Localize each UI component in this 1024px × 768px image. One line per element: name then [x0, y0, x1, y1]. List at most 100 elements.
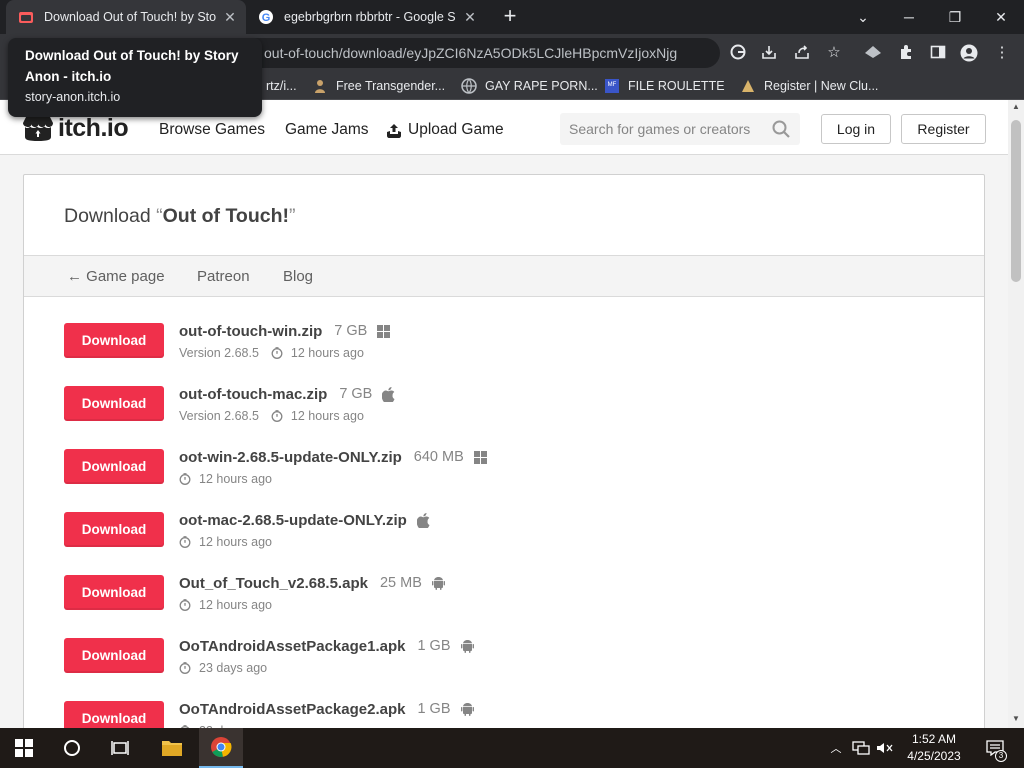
close-window-button[interactable]: ✕ [978, 0, 1024, 34]
profile-avatar-icon[interactable] [958, 44, 980, 62]
upload-info: out-of-touch-mac.zip 7 GB Version 2.68.5 12… [179, 384, 395, 425]
task-view-button[interactable] [100, 728, 140, 768]
download-button[interactable]: Download [64, 638, 164, 673]
bookmark-label: FILE ROULETTE [628, 79, 725, 93]
upload-row: Download out-of-touch-win.zip 7 GB Version … [64, 323, 964, 363]
page-scrollbar[interactable]: ▲ ▼ [1008, 100, 1024, 728]
search-icon[interactable] [772, 120, 790, 143]
extensions-puzzle-icon[interactable] [895, 44, 917, 62]
upload-filename: Out_of_Touch_v2.68.5.apk [179, 574, 368, 592]
upload-date-text: 12 hours ago [199, 472, 272, 486]
game-title: Out of Touch! [162, 205, 289, 227]
address-bar[interactable]: out-of-touch/download/eyJpZCI6NzA5ODk5LC… [240, 38, 720, 68]
volume-muted-icon[interactable] [874, 728, 896, 768]
upload-date: 12 hours ago [179, 472, 272, 486]
taskbar-chrome[interactable] [199, 728, 243, 768]
upload-date-text: 12 hours ago [290, 346, 364, 360]
itch-logo-icon [23, 116, 53, 141]
tab-game-page[interactable]: ← Game page [67, 268, 165, 285]
tab-close-icon[interactable]: ✕ [462, 9, 478, 25]
upload-date: 12 hours ago [271, 409, 364, 423]
share-icon[interactable] [791, 44, 813, 62]
tooltip-title: Download Out of Touch! by Story Anon - i… [25, 48, 239, 84]
nav-browse-games[interactable]: Browse Games [159, 121, 265, 139]
notification-count-badge: 3 [995, 750, 1007, 762]
upload-info: out-of-touch-win.zip 7 GB Version 2.68.5 12… [179, 321, 391, 362]
upload-version: Version 2.68.5 [179, 409, 259, 423]
bookmark-item[interactable]: Free Transgender... [312, 77, 445, 95]
start-button[interactable] [4, 728, 44, 768]
itch-logo[interactable]: itch.io [22, 114, 129, 143]
side-panel-icon[interactable] [927, 44, 949, 62]
download-button[interactable]: Download [64, 323, 164, 358]
upload-size: 1 GB [417, 638, 451, 654]
android-icon [460, 639, 474, 653]
bookmark-item[interactable]: MF FILE ROULETTE [604, 77, 725, 95]
upload-date-text: 12 hours ago [199, 535, 272, 549]
scroll-down-arrow-icon[interactable]: ▼ [1012, 714, 1020, 723]
action-center-button[interactable] [980, 728, 1010, 768]
windows-taskbar: ︿ 1:52 AM 4/25/2023 3 [0, 728, 1024, 768]
tab-google-search[interactable]: G egebrbgrbrn rbbrbtr - Google Search ✕ [248, 0, 486, 34]
upload-size: 1 GB [417, 701, 451, 717]
network-icon[interactable] [850, 728, 872, 768]
task-view-icon [111, 741, 129, 755]
google-lens-icon[interactable] [727, 44, 749, 62]
tooltip-host: story-anon.itch.io [25, 90, 121, 104]
clock-icon [179, 473, 195, 485]
download-button[interactable]: Download [64, 575, 164, 610]
upload-row: Download OoTAndroidAssetPackage1.apk 1 GB 2… [64, 638, 964, 678]
bookmark-label: Free Transgender... [336, 79, 446, 93]
tab-patreon[interactable]: Patreon [197, 268, 250, 285]
bookmark-site-icon [312, 78, 328, 94]
tray-overflow-chevron-icon[interactable]: ︿ [826, 728, 846, 768]
download-button[interactable]: Download [64, 701, 164, 728]
google-favicon-icon: G [258, 9, 274, 25]
download-card: Download “Out of Touch!” ← Game page Pat… [23, 174, 985, 728]
download-button[interactable]: Download [64, 512, 164, 547]
taskbar-file-explorer[interactable] [150, 728, 194, 768]
nav-game-jams[interactable]: Game Jams [285, 121, 369, 139]
bookmark-star-icon[interactable]: ☆ [823, 44, 845, 62]
scroll-up-arrow-icon[interactable]: ▲ [1012, 102, 1020, 111]
upload-row: Download Out_of_Touch_v2.68.5.apk 25 MB 12 … [64, 575, 964, 615]
register-button[interactable]: Register [901, 114, 986, 144]
minimize-button[interactable]: ─ [886, 0, 932, 34]
upload-info: oot-win-2.68.5-update-ONLY.zip 640 MB 12 h… [179, 447, 487, 488]
tab-search-chevron-icon[interactable]: ⌄ [840, 0, 886, 34]
new-tab-button[interactable]: + [498, 5, 522, 29]
upload-row: Download oot-win-2.68.5-update-ONLY.zip 64… [64, 449, 964, 489]
download-button[interactable]: Download [64, 386, 164, 421]
login-button[interactable]: Log in [821, 114, 891, 144]
download-button[interactable]: Download [64, 449, 164, 484]
upload-version: Version 2.68.5 [179, 346, 259, 360]
tab-itch-download[interactable]: Download Out of Touch! by Story Anon ✕ [6, 0, 246, 34]
upload-row: Download oot-mac-2.68.5-update-ONLY.zip 12… [64, 512, 964, 552]
search-button[interactable] [52, 728, 92, 768]
tab-hover-tooltip: Download Out of Touch! by Story Anon - i… [8, 38, 262, 117]
restore-button[interactable]: ❐ [932, 0, 978, 34]
bookmark-item[interactable]: GAY RAPE PORN... [461, 77, 598, 95]
scrollbar-thumb[interactable] [1011, 120, 1021, 282]
site-search [560, 113, 800, 145]
upload-filename: oot-win-2.68.5-update-ONLY.zip [179, 448, 402, 466]
extension-icon[interactable] [862, 44, 884, 62]
system-clock[interactable]: 1:52 AM 4/25/2023 [896, 731, 972, 765]
bookmark-item[interactable]: Register | New Clu... [740, 77, 878, 95]
tab-blog[interactable]: Blog [283, 268, 313, 285]
search-input[interactable] [560, 113, 765, 145]
upload-icon [387, 123, 401, 138]
bookmark-label: Register | New Clu... [764, 79, 879, 93]
install-app-icon[interactable] [758, 44, 780, 62]
bookmark-item[interactable]: rtz/i... [266, 77, 297, 95]
tab-title: Download Out of Touch! by Story Anon [44, 10, 216, 24]
bookmark-label: GAY RAPE PORN... [485, 79, 598, 93]
upload-date-text: 12 hours ago [199, 598, 272, 612]
chrome-menu-icon[interactable]: ⋮ [991, 44, 1013, 62]
clock-icon [179, 536, 195, 548]
nav-upload-label: Upload Game [408, 121, 504, 138]
nav-upload-game[interactable]: Upload Game [386, 121, 504, 139]
tab-close-icon[interactable]: ✕ [222, 9, 238, 25]
upload-row: DownloadOoTAndroidAssetPackage2.apk1 GB2… [64, 701, 964, 728]
upload-size: 7 GB [334, 323, 368, 339]
